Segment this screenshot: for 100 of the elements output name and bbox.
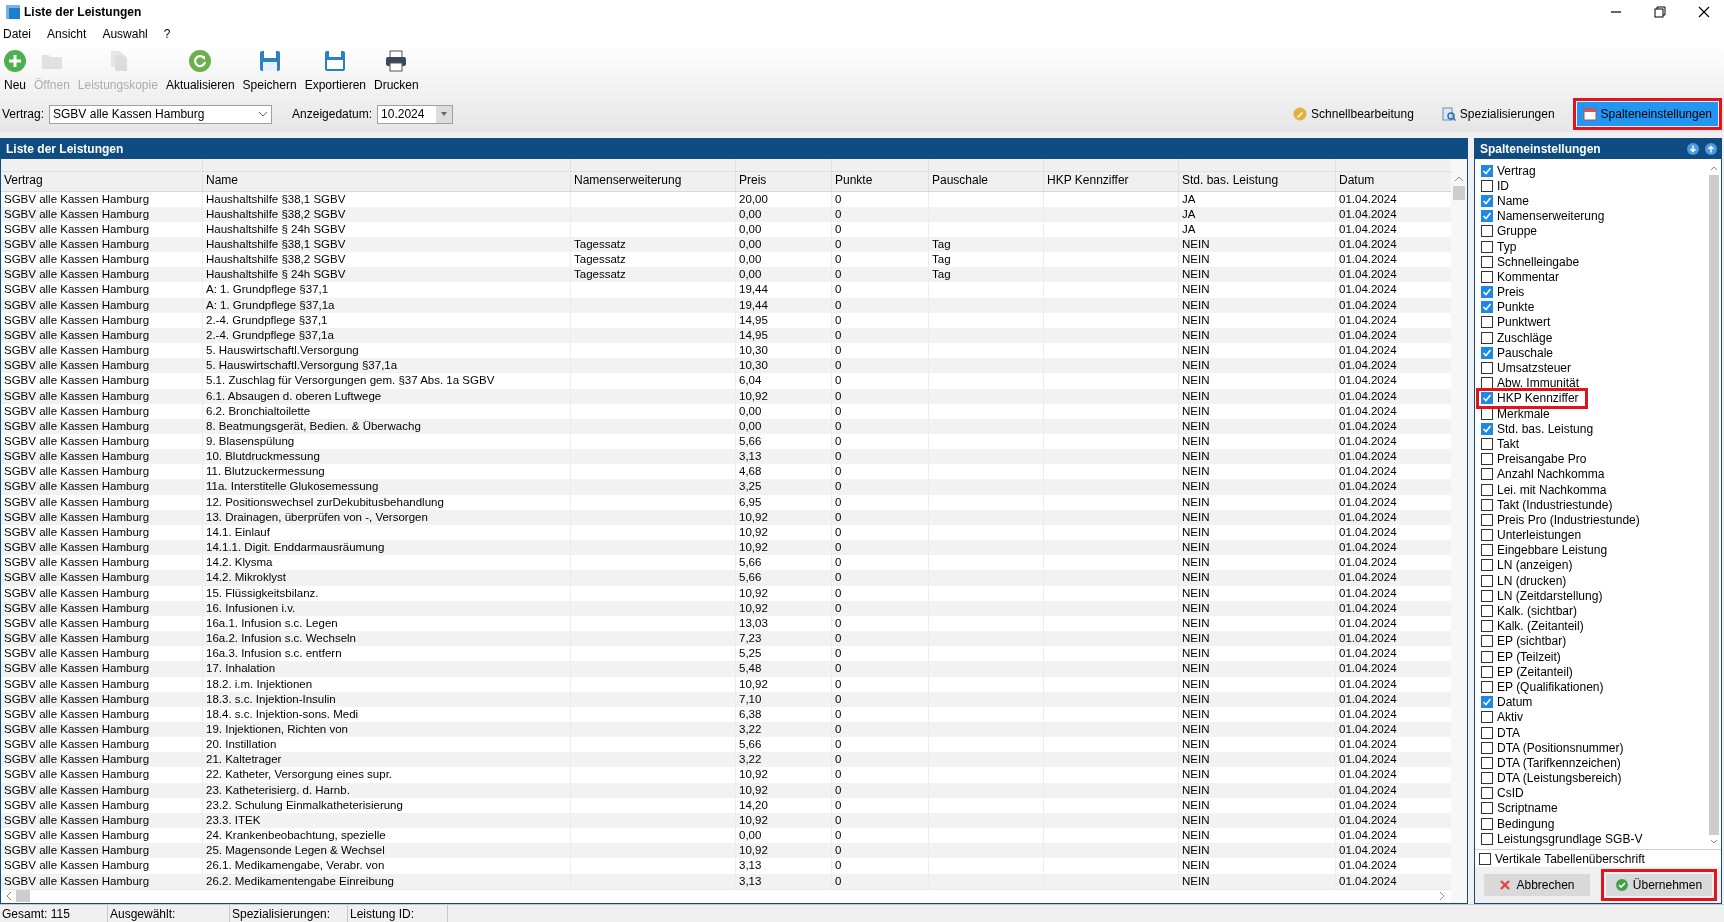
checkbox[interactable]: [1481, 301, 1493, 314]
checkbox[interactable]: [1481, 665, 1493, 678]
menu-item[interactable]: Ansicht: [47, 25, 87, 43]
column-header[interactable]: Name: [203, 171, 571, 191]
close-icon[interactable]: [1698, 6, 1710, 18]
table-cell: SGBV alle Kassen Hamburg: [1, 373, 203, 389]
arrow-down-icon[interactable]: [1687, 143, 1699, 155]
checkbox[interactable]: [1481, 392, 1493, 405]
restore-icon[interactable]: [1654, 6, 1666, 18]
scroll-left-icon[interactable]: [4, 891, 14, 902]
table-cell: 10,92: [736, 782, 832, 798]
checkbox[interactable]: [1481, 559, 1493, 572]
checkbox[interactable]: [1481, 817, 1493, 830]
toolbar-button[interactable]: Drucken: [370, 45, 423, 96]
column-header[interactable]: Namenserweiterung: [571, 171, 736, 191]
checkbox[interactable]: [1481, 240, 1493, 253]
column-header[interactable]: Punkte: [832, 171, 929, 191]
checkbox[interactable]: [1481, 422, 1493, 435]
checkbox[interactable]: [1481, 362, 1493, 375]
column-header[interactable]: Std. bas. Leistung: [1179, 171, 1336, 191]
table-cell: 0: [832, 873, 929, 889]
toolbar-button[interactable]: Aktualisieren: [161, 45, 239, 96]
column-header[interactable]: Vertrag: [1, 171, 203, 191]
scroll-down-icon[interactable]: [1710, 839, 1718, 845]
menu-item[interactable]: Auswahl: [102, 25, 148, 43]
column-header[interactable]: HKP Kennziffer: [1044, 171, 1179, 191]
checkbox[interactable]: [1481, 316, 1493, 329]
table-cell: 10,92: [736, 509, 832, 525]
date-dropdown[interactable]: 10.2024: [377, 104, 454, 124]
calendar-icon: [1582, 107, 1597, 121]
checkbox[interactable]: [1481, 680, 1493, 693]
checkbox[interactable]: [1481, 544, 1493, 557]
checkbox[interactable]: [1481, 483, 1493, 496]
checkbox[interactable]: [1481, 741, 1493, 754]
checkbox[interactable]: [1481, 164, 1493, 177]
checkbox[interactable]: [1481, 711, 1493, 724]
column-header[interactable]: Preis: [736, 171, 832, 191]
checkbox[interactable]: [1481, 346, 1493, 359]
toolbar-button[interactable]: Neu: [0, 45, 30, 96]
checkbox[interactable]: [1481, 513, 1493, 526]
scroll-right-icon[interactable]: [1437, 891, 1447, 902]
table-cell: 18.4. s.c. Injektion-sons. Medi: [203, 706, 571, 722]
checkbox[interactable]: [1481, 331, 1493, 344]
checkbox[interactable]: [1481, 468, 1493, 481]
checkbox[interactable]: [1481, 225, 1493, 238]
table-cell: SGBV alle Kassen Hamburg: [1, 388, 203, 404]
checkbox[interactable]: [1481, 620, 1493, 633]
checkbox[interactable]: [1481, 802, 1493, 815]
dialog-button[interactable]: Abbrechen: [1484, 874, 1590, 896]
dialog-button[interactable]: Übernehmen: [1606, 874, 1712, 896]
scrollbar-thumb[interactable]: [1453, 186, 1465, 200]
toolbar-button[interactable]: Spezialisierungen: [1435, 102, 1561, 126]
table-cell: 0: [832, 661, 929, 677]
toolbar-button[interactable]: Speichern: [238, 45, 301, 96]
checkbox[interactable]: [1479, 852, 1491, 865]
table-cell: SGBV alle Kassen Hamburg: [1, 479, 203, 495]
table-cell: SGBV alle Kassen Hamburg: [1, 282, 203, 298]
checkbox[interactable]: [1481, 726, 1493, 739]
scrollbar-thumb[interactable]: [1709, 175, 1719, 835]
checkbox-label[interactable]: Vertikale Tabellenüberschrift: [1495, 849, 1645, 868]
arrow-up-icon[interactable]: [1705, 143, 1717, 155]
checkbox[interactable]: [1481, 605, 1493, 618]
checkbox[interactable]: [1481, 194, 1493, 207]
checkbox[interactable]: [1481, 437, 1493, 450]
checkbox[interactable]: [1481, 286, 1493, 299]
checkbox[interactable]: [1481, 377, 1493, 390]
checkbox[interactable]: [1481, 498, 1493, 511]
scrollbar-thumb[interactable]: [16, 890, 30, 903]
checkbox[interactable]: [1481, 772, 1493, 785]
table-cell: 2.-4. Grundpflege §37,1: [203, 312, 571, 328]
menu-item[interactable]: ?: [163, 25, 171, 43]
checkbox[interactable]: [1481, 255, 1493, 268]
scroll-up-icon[interactable]: [1710, 165, 1718, 171]
table-cell: SGBV alle Kassen Hamburg: [1, 691, 203, 707]
checkbox[interactable]: [1481, 270, 1493, 283]
checkbox[interactable]: [1481, 453, 1493, 466]
checkbox[interactable]: [1481, 179, 1493, 192]
checkbox[interactable]: [1481, 756, 1493, 769]
checkbox[interactable]: [1481, 574, 1493, 587]
table-cell: 0: [832, 509, 929, 525]
menu-item[interactable]: Datei: [3, 25, 31, 43]
table-cell: SGBV alle Kassen Hamburg: [1, 782, 203, 798]
checkbox[interactable]: [1481, 787, 1493, 800]
toolbar-button[interactable]: Exportieren: [300, 45, 370, 96]
checkbox[interactable]: [1481, 696, 1493, 709]
contract-dropdown[interactable]: SGBV alle Kassen Hamburg: [49, 104, 273, 124]
checkbox[interactable]: [1481, 650, 1493, 663]
scroll-up-icon[interactable]: [1454, 175, 1464, 183]
checkbox[interactable]: [1481, 832, 1493, 845]
table-cell: SGBV alle Kassen Hamburg: [1, 676, 203, 692]
table-cell: SGBV alle Kassen Hamburg: [1, 509, 203, 525]
checkbox[interactable]: [1481, 529, 1493, 542]
column-header[interactable]: Pauschale: [929, 171, 1044, 191]
checkbox[interactable]: [1481, 210, 1493, 223]
toolbar-button[interactable]: Spalteneinstellungen: [1576, 102, 1718, 126]
checkbox[interactable]: [1481, 635, 1493, 648]
table-cell: 0: [832, 206, 929, 222]
checkbox[interactable]: [1481, 589, 1493, 602]
toolbar-button[interactable]: Schnellbearbeitung: [1287, 102, 1420, 126]
table-cell: NEIN: [1179, 297, 1336, 313]
